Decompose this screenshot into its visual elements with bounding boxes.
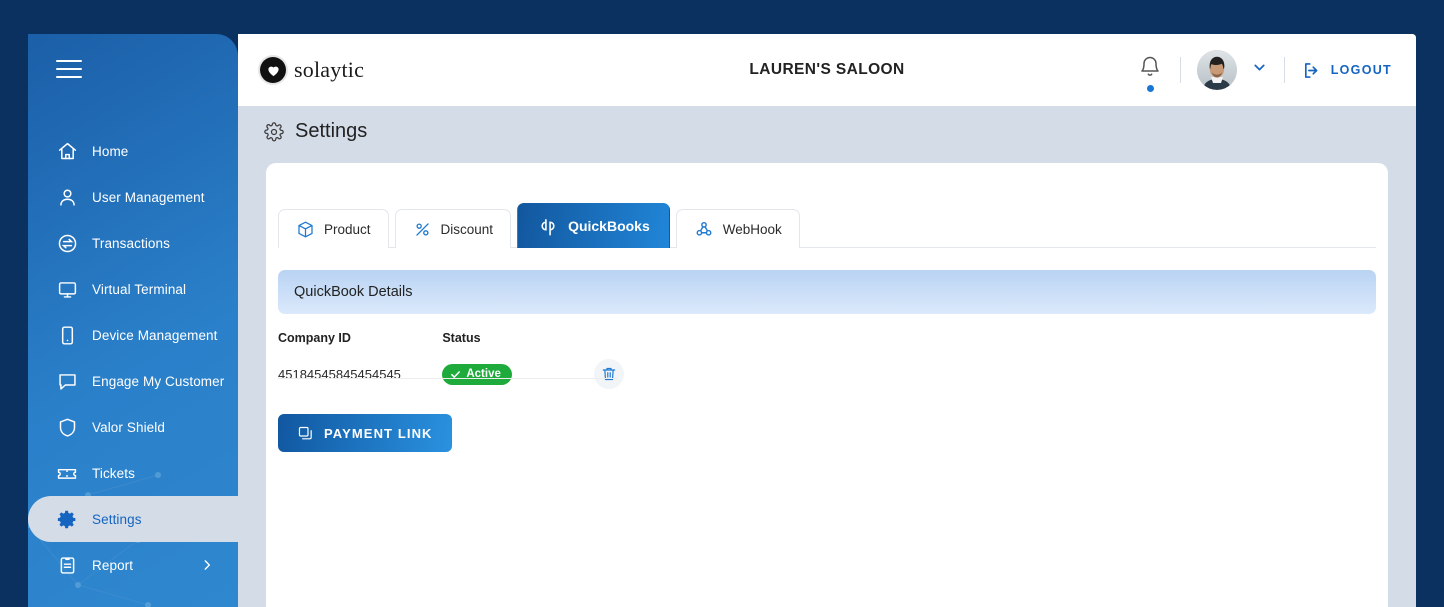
sidebar-item-virtual-terminal[interactable]: Virtual Terminal [28,266,238,312]
sidebar-item-report[interactable]: Report [28,542,238,588]
sidebar-item-valor-shield[interactable]: Valor Shield [28,404,238,450]
sidebar-item-tickets[interactable]: Tickets [28,450,238,496]
ticket-icon [56,462,78,484]
logout-label: LOGOUT [1330,63,1392,77]
notification-bell-icon[interactable] [1138,55,1164,92]
sidebar-item-label: Device Management [92,327,218,343]
panel-banner: QuickBook Details [278,270,1376,314]
sidebar-nav: Home User Management Transactions Virtua… [28,128,238,588]
tab-discount[interactable]: Discount [394,209,512,248]
sidebar-item-label: Tickets [92,465,135,481]
cell-status: Active [442,363,579,385]
trash-icon [601,366,617,382]
top-header: solaytic LAUREN'S SALOON LOGOUT [238,34,1416,106]
column-header-company-id: Company ID [278,331,351,345]
sidebar-item-settings[interactable]: Settings [28,496,238,542]
transactions-icon [56,232,78,254]
page-title: Settings [295,120,368,142]
app-root: Home User Management Transactions Virtua… [0,0,1444,607]
box-icon [296,220,315,239]
percent-icon [413,220,432,239]
status-badge: Active [442,363,512,385]
sidebar-item-label: User Management [92,189,205,205]
user-icon [56,186,78,208]
sidebar-item-transactions[interactable]: Transactions [28,220,238,266]
tab-label: WebHook [722,221,782,237]
shield-icon [56,416,78,438]
column-header-status: Status [442,331,481,345]
report-icon [56,554,78,576]
quickbooks-icon [537,216,559,236]
logout-button[interactable]: LOGOUT [1301,60,1392,81]
chat-icon [56,370,78,392]
gear-icon [264,121,284,142]
sidebar: Home User Management Transactions Virtua… [28,34,238,607]
chevron-down-icon[interactable] [1251,59,1268,81]
gear-icon [56,508,78,530]
quickbook-details-table: Company ID Status 45184545845454545 Acti… [278,323,638,395]
sidebar-item-label: Valor Shield [92,419,165,435]
sidebar-item-label: Home [92,143,129,159]
table-row: 45184545845454545 Active [278,353,638,395]
sidebar-item-label: Report [92,557,134,573]
tab-label: Product [324,221,371,237]
tab-webhook[interactable]: WebHook [675,209,800,248]
payment-link-label: PAYMENT LINK [324,425,433,441]
header-actions: LOGOUT [1138,34,1392,106]
tab-label: QuickBooks [568,218,650,234]
tab-label: Discount [440,221,494,237]
sidebar-item-label: Transactions [92,235,170,251]
logout-icon [1301,60,1322,81]
divider [1283,57,1285,83]
page-header: Settings [264,120,367,143]
panel-title: QuickBook Details [294,284,413,300]
cell-company-id: 45184545845454545 [278,366,401,382]
webhook-icon [694,219,714,239]
sidebar-item-label: Engage My Customer [92,373,225,389]
delete-button[interactable] [593,359,624,389]
main-content: solaytic LAUREN'S SALOON LOGOUT Settings… [238,34,1416,607]
notification-dot [1146,85,1154,92]
sidebar-item-label: Settings [92,511,142,527]
sidebar-item-user-management[interactable]: User Management [28,174,238,220]
row-divider [278,378,618,379]
device-icon [56,324,78,346]
settings-card: Product Discount QuickBooks WebHook Quic… [266,163,1388,607]
monitor-icon [56,278,78,300]
tab-quickbooks[interactable]: QuickBooks [517,203,670,248]
tab-bar: Product Discount QuickBooks WebHook [278,203,800,248]
payment-link-button[interactable]: PAYMENT LINK [278,414,452,452]
sidebar-item-engage-my-customer[interactable]: Engage My Customer [28,358,238,404]
tab-product[interactable]: Product [278,209,389,248]
copy-icon [297,425,314,442]
sidebar-item-device-management[interactable]: Device Management [28,312,238,358]
chevron-right-icon [200,558,214,572]
sidebar-item-home[interactable]: Home [28,128,238,174]
hamburger-menu-icon[interactable] [56,60,82,80]
cell-actions [579,359,638,389]
sidebar-item-label: Virtual Terminal [92,281,187,297]
table-header-row: Company ID Status [278,323,638,353]
home-icon [56,140,78,162]
user-avatar[interactable] [1196,50,1237,90]
divider [1179,57,1181,83]
